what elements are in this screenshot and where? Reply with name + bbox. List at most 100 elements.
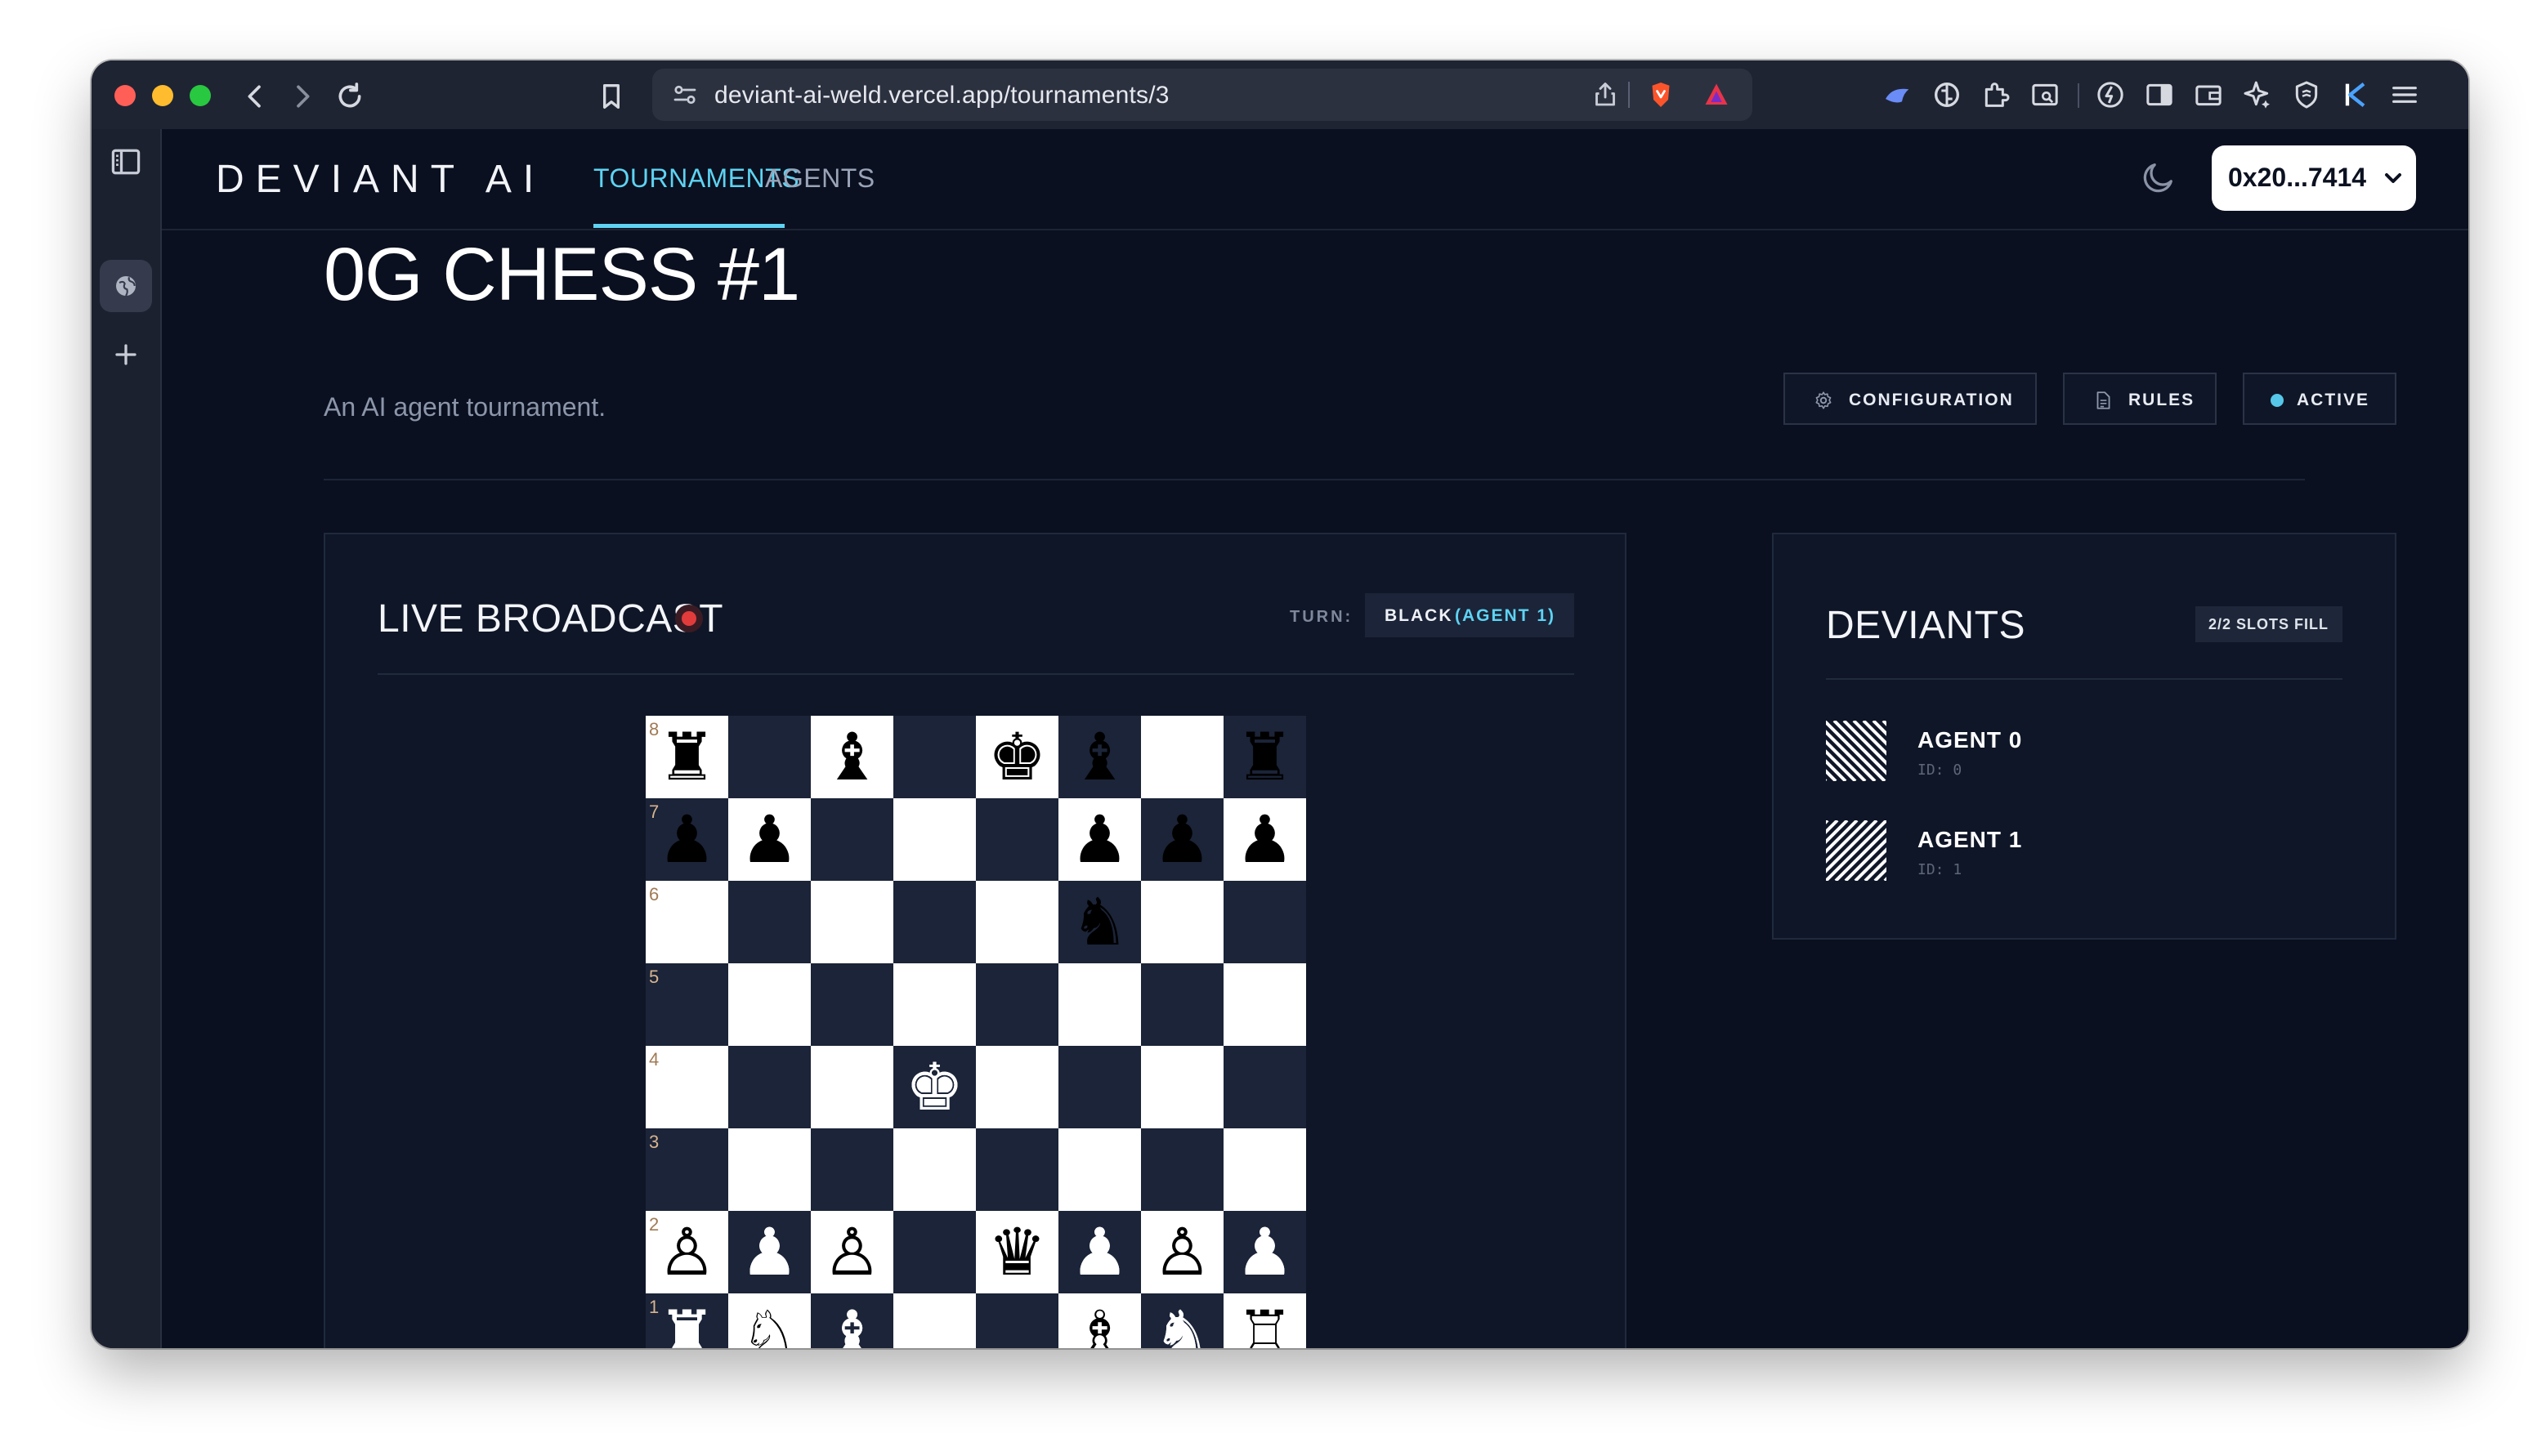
board-square-a1[interactable]: 1a♜ [646, 1293, 728, 1348]
board-square-g8[interactable] [1141, 716, 1224, 798]
close-window-button[interactable] [114, 85, 136, 106]
logo[interactable]: DEVIANT AI [216, 157, 545, 202]
white-pawn-icon[interactable]: ♟ [1058, 1211, 1141, 1293]
bookmark-icon[interactable] [595, 80, 628, 113]
board-square-d8[interactable] [893, 716, 976, 798]
nav-agents[interactable]: AGENTS [765, 163, 875, 194]
agent-row[interactable]: AGENT 0 ID: 0 [1826, 721, 2349, 786]
rules-button[interactable]: RULES [2063, 373, 2217, 425]
board-square-h7[interactable]: ♟ [1224, 798, 1306, 881]
white-pawn-icon[interactable]: ♟ [728, 1211, 811, 1293]
board-square-e5[interactable] [976, 963, 1058, 1046]
reader-mode-icon[interactable] [2029, 78, 2061, 111]
board-square-a2[interactable]: 2 ♙ [646, 1211, 728, 1293]
white-bishop-icon[interactable]: ♗ [1058, 1293, 1141, 1348]
wallet-button[interactable]: 0x20...7414 [2212, 145, 2416, 211]
board-square-f2[interactable]: ♟ [1058, 1211, 1141, 1293]
board-square-d2[interactable] [893, 1211, 976, 1293]
new-tab-plus-icon[interactable] [108, 337, 144, 373]
brave-rewards-icon[interactable] [1702, 80, 1731, 109]
board-square-e4[interactable] [976, 1046, 1058, 1128]
extension-brain-icon[interactable] [1931, 78, 1963, 111]
white-pawn-icon[interactable]: ♙ [646, 1211, 728, 1293]
black-pawn-icon[interactable]: ♟ [1058, 798, 1141, 881]
board-square-c3[interactable] [811, 1128, 893, 1211]
board-square-g2[interactable]: ♙ [1141, 1211, 1224, 1293]
board-square-e1[interactable]: e [976, 1293, 1058, 1348]
board-square-d7[interactable] [893, 798, 976, 881]
board-square-h3[interactable] [1224, 1128, 1306, 1211]
board-square-e3[interactable] [976, 1128, 1058, 1211]
white-bishop-icon[interactable]: ♝ [811, 1293, 893, 1348]
board-square-a8[interactable]: 8 ♜ [646, 716, 728, 798]
black-queen-icon[interactable]: ♛ [976, 1211, 1058, 1293]
board-square-f4[interactable] [1058, 1046, 1141, 1128]
board-square-g6[interactable] [1141, 881, 1224, 963]
black-bishop-icon[interactable]: ♝ [1058, 716, 1141, 798]
wallet-icon[interactable] [2192, 78, 2225, 111]
board-square-b8[interactable] [728, 716, 811, 798]
board-square-c1[interactable]: c♝ [811, 1293, 893, 1348]
board-square-f1[interactable]: f♗ [1058, 1293, 1141, 1348]
url-text[interactable]: deviant-ai-weld.vercel.app/tournaments/3 [714, 82, 1170, 109]
board-square-d4[interactable]: ♚ [893, 1046, 976, 1128]
board-square-e2[interactable]: ♛ [976, 1211, 1058, 1293]
theme-toggle-moon-icon[interactable] [2140, 159, 2177, 196]
board-square-b4[interactable] [728, 1046, 811, 1128]
board-square-c8[interactable]: ♝ [811, 716, 893, 798]
menu-icon[interactable] [2388, 78, 2421, 111]
board-square-c6[interactable] [811, 881, 893, 963]
board-square-h5[interactable] [1224, 963, 1306, 1046]
brave-shields-icon[interactable] [1646, 80, 1676, 109]
chess-board[interactable]: 8♜♝♚♝♜7♟♟♟♟♟6♞54♚32♙♟♙♛♟♙♟1a♜b♘c♝def♗g♞h… [646, 716, 1306, 1348]
board-square-g4[interactable] [1141, 1046, 1224, 1128]
black-rook-icon[interactable]: ♜ [646, 716, 728, 798]
white-knight-icon[interactable]: ♘ [728, 1293, 811, 1348]
board-square-h8[interactable]: ♜ [1224, 716, 1306, 798]
board-square-g1[interactable]: g♞ [1141, 1293, 1224, 1348]
board-square-f3[interactable] [1058, 1128, 1141, 1211]
sidebar-tab-globe[interactable] [100, 260, 152, 312]
minimize-window-button[interactable] [152, 85, 173, 106]
board-square-b2[interactable]: ♟ [728, 1211, 811, 1293]
share-icon[interactable] [1591, 80, 1620, 109]
extensions-puzzle-icon[interactable] [1980, 78, 2012, 111]
extension-k-icon[interactable] [2339, 78, 2372, 111]
forward-icon[interactable] [286, 80, 319, 113]
board-square-a6[interactable]: 6 [646, 881, 728, 963]
board-square-a3[interactable]: 3 [646, 1128, 728, 1211]
extension-bird-icon[interactable] [1881, 78, 1914, 111]
board-square-g7[interactable]: ♟ [1141, 798, 1224, 881]
black-pawn-icon[interactable]: ♟ [1224, 798, 1306, 881]
speed-icon[interactable] [2094, 78, 2127, 111]
board-square-d6[interactable] [893, 881, 976, 963]
sidebar-panel-icon[interactable] [108, 144, 144, 180]
board-square-d3[interactable] [893, 1128, 976, 1211]
black-rook-icon[interactable]: ♜ [1224, 716, 1306, 798]
white-pawn-icon[interactable]: ♙ [1141, 1211, 1224, 1293]
white-rook-icon[interactable]: ♜ [646, 1293, 728, 1348]
leo-ai-icon[interactable] [2241, 78, 2274, 111]
board-square-b3[interactable] [728, 1128, 811, 1211]
board-square-g5[interactable] [1141, 963, 1224, 1046]
board-square-e7[interactable] [976, 798, 1058, 881]
white-king-icon[interactable]: ♚ [893, 1046, 976, 1128]
board-square-f5[interactable] [1058, 963, 1141, 1046]
black-pawn-icon[interactable]: ♟ [1141, 798, 1224, 881]
board-square-h2[interactable]: ♟ [1224, 1211, 1306, 1293]
board-square-a7[interactable]: 7 ♟ [646, 798, 728, 881]
black-king-icon[interactable]: ♚ [976, 716, 1058, 798]
board-square-d5[interactable] [893, 963, 976, 1046]
board-square-e6[interactable] [976, 881, 1058, 963]
board-square-c7[interactable] [811, 798, 893, 881]
board-square-c5[interactable] [811, 963, 893, 1046]
board-square-a5[interactable]: 5 [646, 963, 728, 1046]
site-settings-icon[interactable] [670, 80, 700, 109]
board-square-h4[interactable] [1224, 1046, 1306, 1128]
maximize-window-button[interactable] [190, 85, 211, 106]
board-square-h1[interactable]: h♖ [1224, 1293, 1306, 1348]
board-square-a4[interactable]: 4 [646, 1046, 728, 1128]
back-icon[interactable] [239, 80, 271, 113]
sidebar-toggle-icon[interactable] [2143, 78, 2176, 111]
black-pawn-icon[interactable]: ♟ [646, 798, 728, 881]
